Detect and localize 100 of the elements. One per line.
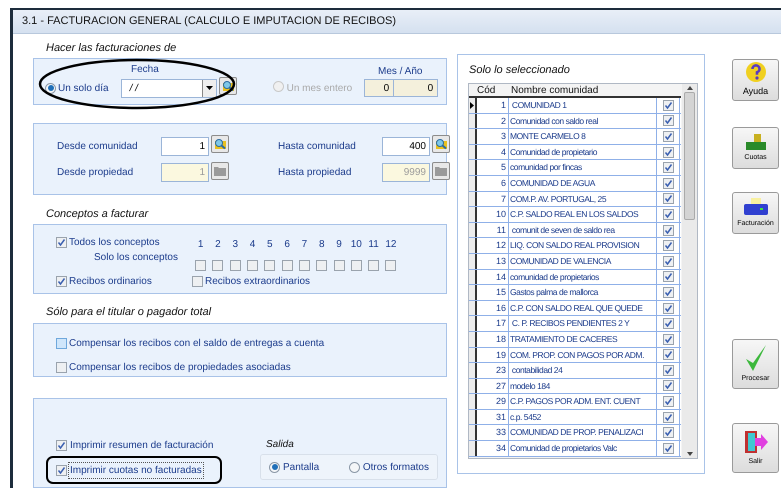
checkbox[interactable] [662,130,674,142]
checkbox[interactable] [662,396,674,408]
checkbox[interactable] [662,302,674,314]
row-selector[interactable] [469,332,477,346]
checkbox[interactable] [662,208,674,220]
current-row-icon[interactable] [469,98,477,113]
checkbox[interactable] [195,260,206,271]
checkbox[interactable] [264,260,276,271]
table-row[interactable]: 13 COMUNIDAD DE VALENCIA [469,254,682,270]
folder-icon[interactable] [432,162,450,180]
table-row[interactable]: 34 Comunidad de propietarios Valc [469,441,682,457]
checkbox[interactable] [56,338,67,349]
scroll-down-icon[interactable] [686,452,693,456]
row-selector[interactable] [469,300,477,316]
table-row[interactable]: 23 contabilidad 24 [469,363,682,379]
checkbox[interactable] [385,260,396,271]
row-selector[interactable] [469,378,477,394]
table-row[interactable]: 12 LIQ. CON SALDO REAL PROVISION [469,238,682,254]
table-row[interactable]: 4 Comunidad de propietario [469,144,682,160]
table-row[interactable]: 27 modelo 184 [469,378,682,394]
checkbox[interactable] [662,364,674,376]
number-field[interactable]: 1 [161,136,209,156]
checkbox[interactable] [316,260,328,271]
table-row[interactable]: 11 comunit de seven de saldo rea [469,222,682,238]
radio-button[interactable] [348,462,360,472]
checkbox[interactable] [192,276,203,287]
table-row[interactable]: 17 C. P. RECIBOS PENDIENTES 2 Y [469,316,682,332]
row-selector[interactable] [469,238,477,253]
row-selector[interactable] [469,441,477,456]
checkbox[interactable] [662,271,674,282]
row-selector[interactable] [469,394,477,409]
date-field[interactable]: / / [120,78,217,98]
checkbox[interactable] [662,286,674,298]
checkbox[interactable] [662,334,674,345]
checkbox[interactable] [662,349,674,360]
radio-button[interactable] [269,462,280,472]
checkbox[interactable] [56,237,67,248]
table-row[interactable]: 29 C.P. PAGOS POR ADM. ENT. CUENT [469,394,682,410]
table-row[interactable]: 19 COM. PROP. CON PAGOS POR ADM. [469,348,682,364]
checkbox[interactable] [56,440,67,451]
checkbox[interactable] [56,465,67,476]
checkbox[interactable] [350,260,362,271]
checkbox[interactable] [662,442,674,454]
row-selector[interactable] [469,160,477,175]
radio-button[interactable] [45,82,56,94]
row-selector[interactable] [469,270,477,284]
checkbox[interactable] [662,193,674,204]
number-field[interactable]: 400 [382,136,430,156]
row-selector[interactable] [469,176,477,191]
month-field[interactable]: 0 [364,79,394,97]
table-row[interactable]: 1 COMUNIDAD 1 [469,98,682,114]
scroll-up-icon[interactable] [686,86,693,90]
checkbox[interactable] [662,412,674,423]
checkbox[interactable] [662,318,674,330]
checkbox[interactable] [368,260,380,271]
checkbox[interactable] [56,362,67,373]
scrollbar[interactable] [682,84,697,458]
checkbox[interactable] [662,240,674,252]
table-row[interactable]: 31 c.p. 5452 [469,410,682,426]
checkbox[interactable] [662,178,674,189]
checkbox[interactable] [212,260,224,271]
checkbox[interactable] [662,162,674,174]
table-row[interactable]: 5 comunidad por fincas [469,160,682,176]
checkbox[interactable] [662,256,674,267]
row-selector[interactable] [469,114,477,128]
table-row[interactable]: 2 Comunidad con saldo real [469,114,682,130]
row-selector[interactable] [469,348,477,362]
row-selector[interactable] [469,316,477,331]
year-field[interactable]: 0 [394,79,438,97]
checkbox[interactable] [662,115,674,126]
checkbox[interactable] [334,260,345,271]
row-selector[interactable] [469,207,477,222]
checkbox[interactable] [662,427,674,438]
row-selector[interactable] [469,222,477,238]
checkbox[interactable] [662,224,674,236]
checkbox[interactable] [230,260,241,271]
checkbox[interactable] [282,260,293,271]
checkbox[interactable] [298,260,310,271]
table-row[interactable]: 18 TRATAMIENTO DE CACERES [469,332,682,348]
table-row[interactable]: 15 Gastos palma de mallorca [469,285,682,301]
checkbox[interactable] [56,276,67,287]
table-row[interactable]: 14 comunidad de propietarios [469,270,682,286]
table-row[interactable]: 7 COM.P. AV. PORTUGAL, 25 [469,192,682,208]
folder-icon[interactable] [211,162,229,180]
row-selector[interactable] [469,254,477,269]
table-row[interactable]: 10 C.P. SALDO REAL EN LOS SALDOS [469,207,682,223]
checkbox[interactable] [662,146,674,158]
table-row[interactable]: 6 COMUNIDAD DE AGUA [469,176,682,192]
checkbox[interactable] [662,100,674,111]
table-row[interactable]: 16 C.P. CON SALDO REAL QUE QUEDE [469,300,682,316]
toolbar-button[interactable]: Ayuda [732,59,779,101]
row-selector[interactable] [469,144,477,160]
row-selector[interactable] [469,425,477,440]
checkbox[interactable] [247,260,258,271]
row-selector[interactable] [469,129,477,144]
checkbox[interactable] [662,380,674,392]
table-row[interactable]: 3 MONTE CARMELO 8 [469,129,682,145]
table-row[interactable]: 33 COMUNIDAD DE PROP. PENALIZACI [469,425,682,442]
row-selector[interactable] [469,363,477,378]
row-selector[interactable] [469,192,477,206]
